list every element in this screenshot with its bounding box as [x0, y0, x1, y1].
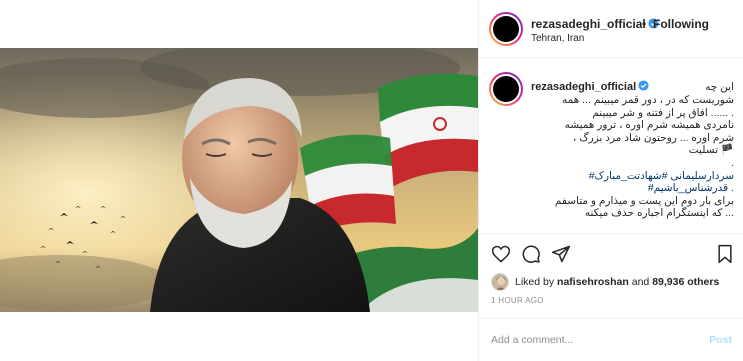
caption-username-link[interactable]: rezasadeghi_official	[531, 80, 649, 93]
post-comment-button[interactable]: Post	[709, 334, 732, 346]
liker-username-link[interactable]: nafisehroshan	[557, 276, 629, 288]
location-link[interactable]: Tehran, Iran	[531, 33, 584, 44]
post-caption: این چه شوریست که در ، دور قمر میبینم ...…	[531, 81, 734, 220]
comment-input[interactable]	[491, 331, 691, 349]
caption-username-text: rezasadeghi_official	[531, 81, 637, 93]
caption-line: ... که اینستگرام اجباره حذف میکنه	[584, 207, 734, 220]
comments-section[interactable]: rezasadeghi_official این چه شوریست که در…	[479, 58, 743, 234]
post-photo[interactable]	[0, 48, 478, 312]
caption-line: شرم اوره ... روحتون شاد مرد بزرگ ،	[572, 131, 734, 144]
action-bar	[479, 240, 743, 270]
caption-line: برای بار دوم این پست و میذارم و متاسفم	[554, 194, 734, 207]
username-link[interactable]: rezasadeghi_official	[531, 17, 659, 31]
caption-line: نامردی همیشه شرم اوره ، ترور همیشه	[564, 119, 734, 132]
post-header: rezasadeghi_official • Following Tehran,…	[479, 0, 743, 58]
comment-icon[interactable]	[521, 244, 541, 264]
share-icon[interactable]	[551, 244, 571, 264]
caption-line: . ...... افاق پر از فتنه و شر میبینم	[592, 106, 734, 119]
add-comment-bar: Post	[479, 318, 743, 361]
likes-summary[interactable]: Liked by nafisehroshan and 89,936 others	[515, 276, 719, 288]
likes-row: Liked by nafisehroshan and 89,936 others	[479, 272, 743, 292]
avatar[interactable]	[489, 12, 523, 46]
likes-conjunction: and	[631, 276, 650, 288]
post-image	[0, 48, 478, 312]
username-text: rezasadeghi_official	[531, 17, 646, 31]
caption-line: این چه	[705, 81, 734, 93]
liker-avatar[interactable]	[491, 273, 509, 291]
post-sidebar: rezasadeghi_official • Following Tehran,…	[478, 0, 743, 361]
bookmark-icon[interactable]	[716, 244, 734, 264]
instagram-post: rezasadeghi_official • Following Tehran,…	[0, 0, 743, 361]
likes-count-link[interactable]: 89,936 others	[652, 276, 719, 288]
caption-avatar[interactable]	[489, 72, 523, 106]
hashtag-link[interactable]: سردارسلیمانی #شهادتت_مبارک#	[531, 170, 734, 183]
separator-dot: •	[642, 17, 647, 31]
hashtag-link[interactable]: . قدرشناس_باشیم#	[531, 182, 734, 195]
liker-photo-icon	[495, 277, 507, 290]
post-timestamp[interactable]: 1 HOUR AGO	[491, 296, 544, 305]
heart-icon[interactable]	[491, 244, 511, 264]
verified-badge-icon	[638, 80, 649, 91]
likes-prefix: Liked by	[515, 276, 555, 288]
following-button[interactable]: Following	[653, 17, 709, 31]
caption-line: 🏴 تسلیت	[688, 144, 734, 157]
caption-line: شوریست که در ، دور قمر میبینم ... همه	[562, 94, 734, 106]
caption-line: .	[731, 156, 734, 169]
